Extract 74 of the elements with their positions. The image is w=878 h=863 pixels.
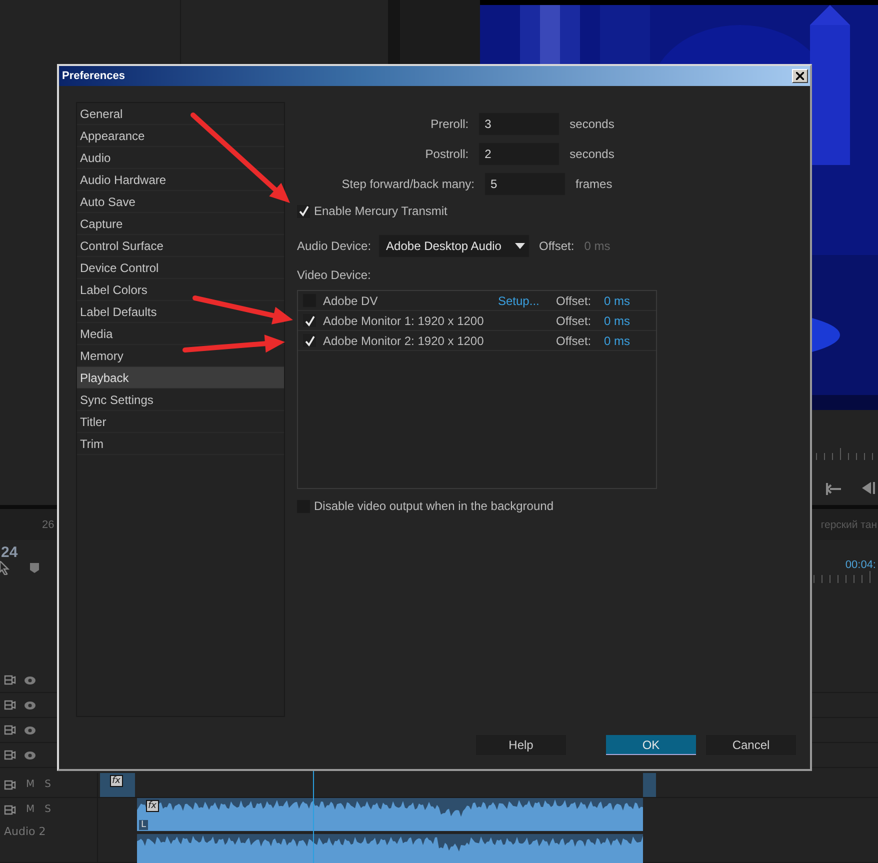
- eye-icon[interactable]: [24, 700, 36, 710]
- offset-value: 0 ms: [584, 239, 610, 253]
- track-output-icon[interactable]: [4, 700, 16, 710]
- sidebar-item[interactable]: Control Surface: [77, 235, 284, 257]
- sidebar-item[interactable]: Playback: [77, 367, 284, 389]
- effect-badge: fx: [146, 800, 158, 812]
- offset-value[interactable]: 0 ms: [604, 314, 630, 328]
- solo-button[interactable]: S: [44, 804, 51, 815]
- setup-link[interactable]: Setup...: [498, 294, 556, 308]
- close-button[interactable]: [792, 69, 808, 83]
- eye-icon[interactable]: [24, 750, 36, 760]
- playhead-timecode: 00:04:: [845, 559, 876, 571]
- offset-label: Offset:: [556, 294, 592, 308]
- checkbox-label: Disable video output when in the background: [314, 499, 554, 513]
- offset-value[interactable]: 0 ms: [604, 334, 630, 348]
- track-output-icon[interactable]: [4, 725, 16, 735]
- sidebar-item[interactable]: Titler: [77, 411, 284, 433]
- unit-label: frames: [576, 177, 614, 191]
- channel-label: L: [139, 820, 148, 830]
- field-label: Video Device:: [297, 268, 372, 282]
- timecode: 24: [1, 544, 19, 561]
- sidebar-item[interactable]: Audio: [77, 147, 284, 169]
- audio-clip[interactable]: fx L: [137, 798, 643, 863]
- unit-label: seconds: [570, 147, 616, 161]
- track-output-icon[interactable]: [4, 804, 16, 814]
- step-back-icon[interactable]: [862, 482, 876, 494]
- dialog-button[interactable]: Help: [476, 735, 566, 755]
- offset-label: Offset:: [556, 314, 592, 328]
- sidebar-item[interactable]: Device Control: [77, 257, 284, 279]
- device-name: Adobe Monitor 1: 1920 x 1200: [323, 314, 485, 328]
- unit-label: seconds: [570, 117, 616, 131]
- track-output-icon[interactable]: [4, 675, 16, 685]
- checkbox[interactable]: [303, 314, 316, 327]
- number-field[interactable]: 2: [478, 143, 559, 165]
- track-name: Audio 2: [4, 825, 46, 838]
- field-label: Postroll:: [424, 147, 469, 161]
- solo-button[interactable]: S: [44, 779, 51, 790]
- sidebar-item[interactable]: Label Colors: [77, 279, 284, 301]
- offset-value[interactable]: 0 ms: [604, 294, 630, 308]
- effect-badge: fx: [110, 775, 122, 787]
- ruler-mark: 26: [42, 518, 54, 530]
- mute-button[interactable]: M: [26, 804, 35, 815]
- offset-label: Offset:: [539, 239, 574, 253]
- device-name: Adobe DV: [323, 294, 379, 308]
- checkbox-label: Enable Mercury Transmit: [314, 204, 448, 218]
- window-title: Preferences: [62, 70, 125, 82]
- dropdown[interactable]: Adobe Desktop Audio: [379, 235, 530, 257]
- clip[interactable]: [643, 773, 656, 797]
- eye-icon[interactable]: [24, 676, 36, 684]
- field-label: Step forward/back many:: [340, 177, 475, 191]
- sidebar-item[interactable]: Capture: [77, 213, 284, 235]
- field-label: Preroll:: [430, 117, 469, 131]
- go-to-in-icon[interactable]: [824, 482, 842, 496]
- sidebar-item[interactable]: Sync Settings: [77, 389, 284, 411]
- ok-button[interactable]: OK: [606, 735, 696, 755]
- dialog-button[interactable]: Cancel: [706, 735, 796, 755]
- number-field[interactable]: 5: [484, 173, 565, 195]
- offset-label: Offset:: [556, 334, 592, 348]
- caret-icon: [515, 243, 526, 249]
- sidebar-item[interactable]: Appearance: [77, 125, 284, 147]
- track-output-icon[interactable]: [4, 780, 16, 790]
- eye-icon[interactable]: [24, 726, 36, 734]
- mute-button[interactable]: M: [26, 779, 35, 790]
- checkbox[interactable]: [303, 334, 316, 347]
- device-name: Adobe Monitor 2: 1920 x 1200: [323, 334, 485, 348]
- close-icon: [796, 72, 804, 80]
- checkbox[interactable]: [297, 204, 310, 218]
- number-field[interactable]: 3: [478, 113, 559, 135]
- sidebar-item[interactable]: General: [77, 103, 284, 125]
- track-output-icon[interactable]: [4, 750, 16, 760]
- marker-icon[interactable]: [30, 563, 39, 573]
- sidebar-item[interactable]: Trim: [77, 433, 284, 455]
- field-label: Audio Device:: [297, 239, 372, 253]
- clip[interactable]: fx: [100, 773, 135, 797]
